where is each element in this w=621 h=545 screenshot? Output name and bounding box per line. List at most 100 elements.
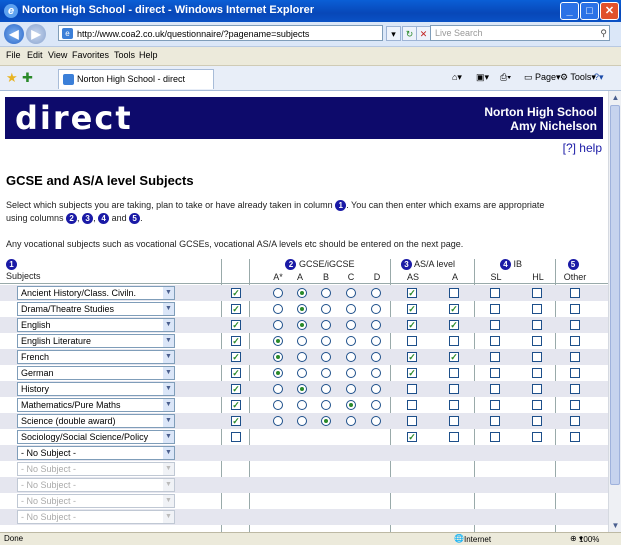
take-subject-checkbox[interactable]: ✓	[231, 384, 241, 394]
scroll-down-icon[interactable]: ▼	[609, 519, 621, 532]
a-level-checkbox[interactable]: ✓	[449, 352, 459, 362]
menu-favorites[interactable]: Favorites	[72, 50, 109, 60]
gcse-grade-radio[interactable]	[321, 384, 331, 394]
gcse-grade-radio[interactable]	[371, 384, 381, 394]
other-checkbox[interactable]	[570, 352, 580, 362]
home-icon[interactable]: ⌂▾	[452, 72, 462, 83]
gcse-grade-radio[interactable]	[346, 384, 356, 394]
other-checkbox[interactable]	[570, 304, 580, 314]
ib-hl-checkbox[interactable]	[532, 304, 542, 314]
back-button[interactable]: ◀	[4, 24, 24, 44]
subject-select[interactable]: - No Subject - ▼	[17, 510, 175, 524]
ib-hl-checkbox[interactable]	[532, 400, 542, 410]
ib-sl-checkbox[interactable]	[490, 416, 500, 426]
take-subject-checkbox[interactable]: ✓	[231, 416, 241, 426]
chevron-down-icon[interactable]: ▼	[163, 431, 174, 443]
as-checkbox[interactable]	[407, 416, 417, 426]
gcse-grade-radio[interactable]	[273, 416, 283, 426]
other-checkbox[interactable]	[570, 432, 580, 442]
gcse-grade-radio[interactable]	[297, 384, 307, 394]
search-icon[interactable]: ⚲	[600, 26, 607, 41]
menu-help[interactable]: Help	[139, 50, 158, 60]
menu-file[interactable]: File	[6, 50, 21, 60]
as-checkbox[interactable]	[407, 384, 417, 394]
gcse-grade-radio[interactable]	[371, 336, 381, 346]
as-checkbox[interactable]	[407, 336, 417, 346]
chevron-down-icon[interactable]: ▼	[163, 463, 174, 475]
subject-select[interactable]: Science (double award) ▼	[17, 414, 175, 428]
other-checkbox[interactable]	[570, 336, 580, 346]
gcse-grade-radio[interactable]	[273, 352, 283, 362]
ib-hl-checkbox[interactable]	[532, 288, 542, 298]
chevron-down-icon[interactable]: ▼	[163, 447, 174, 459]
gcse-grade-radio[interactable]	[321, 288, 331, 298]
search-input[interactable]: Live Search ⚲	[430, 25, 610, 41]
gcse-grade-radio[interactable]	[321, 320, 331, 330]
chevron-down-icon[interactable]: ▼	[163, 319, 174, 331]
zoom-level[interactable]: ⊕ 100% ▾	[570, 534, 599, 544]
subject-select[interactable]: English ▼	[17, 318, 175, 332]
gcse-grade-radio[interactable]	[273, 320, 283, 330]
ib-sl-checkbox[interactable]	[490, 368, 500, 378]
gcse-grade-radio[interactable]	[297, 304, 307, 314]
gcse-grade-radio[interactable]	[273, 384, 283, 394]
scroll-thumb[interactable]	[610, 105, 620, 485]
as-checkbox[interactable]: ✓	[407, 288, 417, 298]
gcse-grade-radio[interactable]	[297, 400, 307, 410]
gcse-grade-radio[interactable]	[346, 304, 356, 314]
a-level-checkbox[interactable]: ✓	[449, 304, 459, 314]
take-subject-checkbox[interactable]: ✓	[231, 352, 241, 362]
as-checkbox[interactable]: ✓	[407, 368, 417, 378]
subject-select[interactable]: Ancient History/Class. Civiln. ▼	[17, 286, 175, 300]
as-checkbox[interactable]: ✓	[407, 304, 417, 314]
ib-sl-checkbox[interactable]	[490, 432, 500, 442]
other-checkbox[interactable]	[570, 368, 580, 378]
gcse-grade-radio[interactable]	[371, 368, 381, 378]
gcse-grade-radio[interactable]	[371, 352, 381, 362]
chevron-down-icon[interactable]: ▼	[163, 367, 174, 379]
tab-norton-high-school[interactable]: Norton High School - direct	[58, 69, 214, 89]
feeds-icon[interactable]: ▣▾	[476, 72, 489, 83]
gcse-grade-radio[interactable]	[346, 352, 356, 362]
chevron-down-icon[interactable]: ▼	[163, 415, 174, 427]
ib-sl-checkbox[interactable]	[490, 288, 500, 298]
scroll-up-icon[interactable]: ▲	[609, 91, 621, 104]
a-level-checkbox[interactable]	[449, 336, 459, 346]
other-checkbox[interactable]	[570, 288, 580, 298]
a-level-checkbox[interactable]	[449, 416, 459, 426]
subject-select[interactable]: Mathematics/Pure Maths ▼	[17, 398, 175, 412]
a-level-checkbox[interactable]	[449, 368, 459, 378]
gcse-grade-radio[interactable]	[297, 416, 307, 426]
subject-select[interactable]: - No Subject - ▼	[17, 478, 175, 492]
add-favorites-icon[interactable]: ✚	[22, 70, 33, 86]
ib-sl-checkbox[interactable]	[490, 304, 500, 314]
gcse-grade-radio[interactable]	[297, 288, 307, 298]
a-level-checkbox[interactable]	[449, 400, 459, 410]
gcse-grade-radio[interactable]	[371, 320, 381, 330]
take-subject-checkbox[interactable]: ✓	[231, 368, 241, 378]
favorites-star-icon[interactable]: ★	[6, 70, 18, 86]
ib-sl-checkbox[interactable]	[490, 400, 500, 410]
other-checkbox[interactable]	[570, 320, 580, 330]
gcse-grade-radio[interactable]	[346, 320, 356, 330]
take-subject-checkbox[interactable]: ✓	[231, 304, 241, 314]
url-field[interactable]: e http://www.coa2.co.uk/questionnaire/?p…	[58, 25, 383, 41]
page-menu[interactable]: ▭ Page▾	[524, 72, 561, 83]
gcse-grade-radio[interactable]	[346, 288, 356, 298]
subject-select[interactable]: English Literature ▼	[17, 334, 175, 348]
take-subject-checkbox[interactable]: ✓	[231, 320, 241, 330]
ib-hl-checkbox[interactable]	[532, 416, 542, 426]
print-icon[interactable]: ⎙▾	[500, 72, 511, 83]
gcse-grade-radio[interactable]	[321, 368, 331, 378]
gcse-grade-radio[interactable]	[346, 416, 356, 426]
chevron-down-icon[interactable]: ▼	[163, 383, 174, 395]
ib-hl-checkbox[interactable]	[532, 384, 542, 394]
maximize-button[interactable]: □	[580, 2, 599, 20]
other-checkbox[interactable]	[570, 416, 580, 426]
gcse-grade-radio[interactable]	[346, 336, 356, 346]
take-subject-checkbox[interactable]: ✓	[231, 400, 241, 410]
subject-select[interactable]: German ▼	[17, 366, 175, 380]
a-level-checkbox[interactable]: ✓	[449, 320, 459, 330]
subject-select[interactable]: French ▼	[17, 350, 175, 364]
gcse-grade-radio[interactable]	[297, 368, 307, 378]
